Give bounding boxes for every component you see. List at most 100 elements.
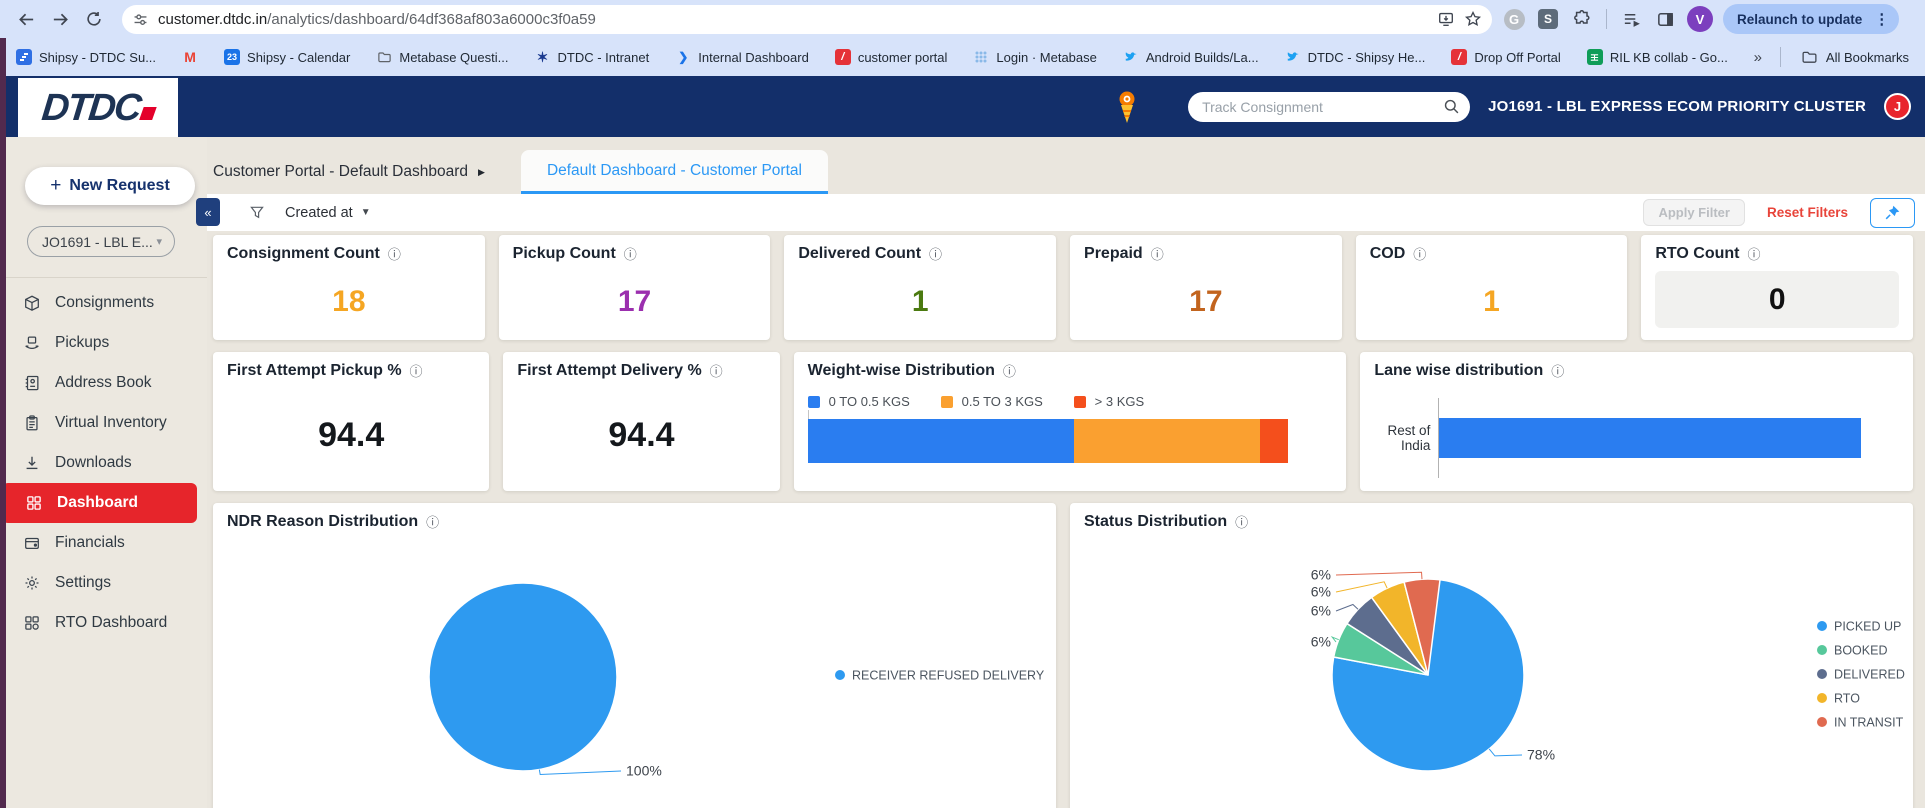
metric-card-first-attempt-delivery: First Attempt Delivery %ⓘ 94.4 [503,352,779,491]
settings-icon [22,574,41,593]
browser-menu-icon[interactable]: ⋮ [1870,10,1893,28]
kpi-row: Consignment Countⓘ 18 Pickup Countⓘ 17 D… [213,235,1913,340]
bookmarks-overflow-icon[interactable]: » [1748,49,1768,66]
reading-list-icon[interactable] [1619,7,1643,31]
url-bar[interactable]: customer.dtdc.in/analytics/dashboard/64d… [122,5,1492,34]
bookmark-item[interactable]: /customer portal [835,49,948,65]
bookmark-item[interactable]: Android Builds/La... [1123,49,1259,65]
pushpin-icon [1884,204,1901,221]
s-extension-icon[interactable]: S [1536,7,1560,31]
shipsy-icon [16,49,32,65]
pickup-icon [22,334,41,353]
browser-chrome: customer.dtdc.in/analytics/dashboard/64d… [0,0,1925,76]
info-icon[interactable]: ⓘ [410,365,423,378]
financials-icon [22,534,41,553]
filter-bar: « Created at ▼ Apply Filter Reset Filter… [207,194,1925,231]
back-icon[interactable] [14,7,38,31]
legend-item: DELIVERED [1834,668,1905,682]
kpi-card-consignment-count: Consignment Countⓘ 18 [213,235,485,340]
bookmark-item[interactable]: Shipsy - DTDC Su... [16,49,156,65]
sidebar-item-address-book[interactable]: Address Book [0,363,201,403]
screen: customer.dtdc.in/analytics/dashboard/64d… [0,0,1925,808]
bookmark-item[interactable]: ❯Internal Dashboard [675,49,809,65]
pie-percentage-label: 78% [1527,747,1555,763]
search-icon[interactable] [1443,98,1460,115]
reset-filters-button[interactable]: Reset Filters [1767,205,1848,220]
forward-icon[interactable] [48,7,72,31]
sidebar-item-rto-dashboard[interactable]: RTO Dashboard [0,603,201,643]
bookmark-item[interactable]: DTDC - Shipsy He... [1285,49,1426,65]
kpi-value: 17 [499,263,771,340]
kpi-card-rto-count: RTO Countⓘ 0 [1641,235,1913,340]
sidebar-item-consignments[interactable]: Consignments [0,283,201,323]
weight-distribution-card: Weight-wise Distributionⓘ 0 TO 0.5 KGS0.… [794,352,1347,491]
tab-default-dashboard[interactable]: Default Dashboard - Customer Portal [521,150,828,194]
legend-item: RTO [1834,692,1860,706]
account-name: JO1691 - LBL EXPRESS ECOM PRIORITY CLUST… [1488,98,1866,115]
reload-icon[interactable] [82,7,106,31]
info-icon[interactable]: ⓘ [624,248,637,261]
apply-filter-button[interactable]: Apply Filter [1643,199,1745,226]
pie-percentage-label: 6% [1311,567,1331,583]
sidebar-item-settings[interactable]: Settings [0,563,201,603]
g-extension-icon[interactable]: G [1502,7,1526,31]
sidebar-item-financials[interactable]: Financials [0,523,201,563]
ndr-reason-card: NDR Reason Distributionⓘ 100%RECEIVER RE… [213,503,1056,808]
arrow-icon: ❯ [675,49,691,65]
bookmark-item[interactable]: M [182,49,198,65]
bookmark-item[interactable]: Login · Metabase [973,49,1096,65]
install-icon[interactable] [1437,10,1455,28]
tabs-bar: Customer Portal - Default Dashboard▶ Def… [207,137,1925,194]
new-request-button[interactable]: +New Request [25,167,195,205]
location-pin-icon[interactable] [1114,90,1140,124]
metric-value: 94.4 [213,380,489,491]
track-consignment-input[interactable] [1188,92,1470,122]
status-distribution-card: Status Distributionⓘ 78%6%6%6%6%PICKED U… [1070,503,1913,808]
axis-tick [808,410,809,419]
sidebar-item-virtual-inventory[interactable]: Virtual Inventory [0,403,201,443]
breadcrumb[interactable]: Customer Portal - Default Dashboard▶ [213,150,505,194]
info-icon[interactable]: ⓘ [388,248,401,261]
info-icon[interactable]: ⓘ [1151,248,1164,261]
kpi-card-delivered-count: Delivered Countⓘ 1 [784,235,1056,340]
bookmark-item[interactable]: /Drop Off Portal [1451,49,1560,65]
app-header: DTDC JO1691 - LBL EXPRESS ECOM PRIORITY … [0,76,1925,137]
relaunch-button[interactable]: Relaunch to update⋮ [1723,4,1899,34]
account-selector[interactable]: JO1691 - LBL E...▾ [27,226,175,257]
info-icon[interactable]: ⓘ [710,365,723,378]
side-panel-icon[interactable] [1653,7,1677,31]
info-icon[interactable]: ⓘ [1003,365,1016,378]
bookmark-item[interactable]: ✶DTDC - Intranet [534,49,649,65]
collapse-sidebar-button[interactable]: « [196,198,220,226]
legend-item: PICKED UP [1834,620,1901,634]
info-icon[interactable]: ⓘ [929,248,942,261]
pie-percentage-label: 6% [1311,603,1331,619]
dtdc-logo[interactable]: DTDC [18,78,178,137]
browser-toolbar: customer.dtdc.in/analytics/dashboard/64d… [0,0,1925,38]
window-edge [0,38,6,808]
user-avatar[interactable]: J [1884,93,1911,120]
bookmark-item[interactable]: Metabase Questi... [376,49,508,65]
sidebar-item-pickups[interactable]: Pickups [0,323,201,363]
bookmark-item[interactable]: RIL KB collab - Go... [1587,49,1728,65]
all-bookmarks-button[interactable]: All Bookmarks [1793,49,1909,66]
created-at-dropdown[interactable]: Created at [285,205,353,221]
bookmark-item[interactable]: 23Shipsy - Calendar [224,49,350,65]
site-settings-icon[interactable] [132,11,149,28]
info-icon[interactable]: ⓘ [1551,365,1564,378]
caret-down-icon[interactable]: ▼ [361,207,371,218]
kpi-value: 18 [213,263,485,340]
extensions-puzzle-icon[interactable] [1570,7,1594,31]
info-icon[interactable]: ⓘ [1413,248,1426,261]
bookmark-star-icon[interactable] [1464,10,1482,28]
sidebar-item-downloads[interactable]: Downloads [0,443,201,483]
pin-dashboard-button[interactable] [1870,198,1915,228]
info-icon[interactable]: ⓘ [1748,248,1761,261]
bookmarks-bar: Shipsy - DTDC Su... M 23Shipsy - Calendar M… [0,38,1925,76]
track-consignment-field[interactable] [1202,99,1443,115]
folder-icon [376,49,392,65]
folder-icon [1801,49,1818,66]
sidebar-item-dashboard[interactable]: Dashboard [2,483,197,523]
browser-profile-avatar[interactable]: V [1687,6,1713,32]
lane-category-label: Rest of India [1374,423,1438,453]
